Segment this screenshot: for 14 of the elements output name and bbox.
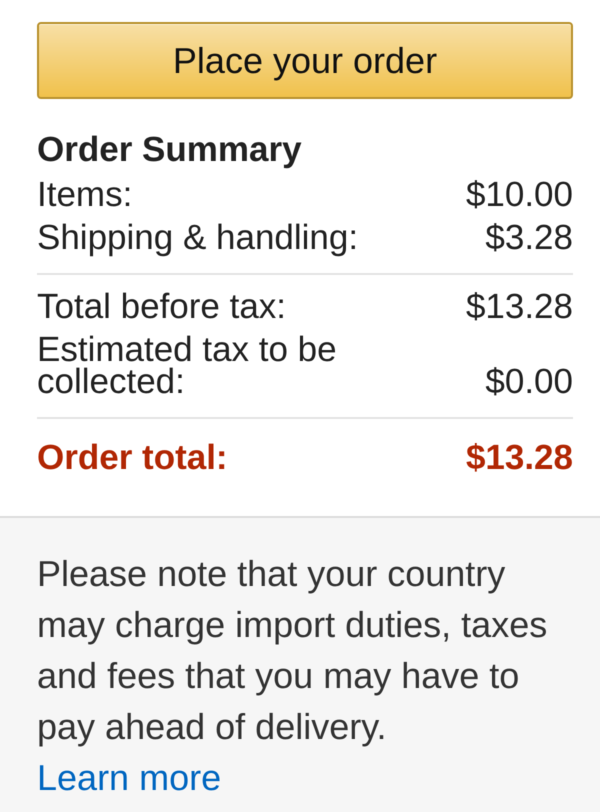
import-notice-text: Please note that your country may charge import duties, taxes and fees that you may have to pay ahead of delivery. Learn more bbox=[37, 552, 548, 800]
summary-amount: $0.00 bbox=[485, 366, 573, 398]
learn-more-link[interactable]: Learn more bbox=[37, 757, 222, 798]
summary-amount: $3.28 bbox=[485, 222, 573, 254]
order-total-amount: $13.28 bbox=[466, 442, 573, 474]
summary-amount: $10.00 bbox=[466, 179, 573, 211]
summary-label: Items: bbox=[37, 179, 132, 211]
summary-title: Order Summary bbox=[37, 130, 303, 170]
summary-label: Estimated tax to be collected: bbox=[37, 334, 338, 398]
place-order-button[interactable]: Place your order bbox=[37, 22, 573, 99]
summary-amount: $13.28 bbox=[466, 291, 573, 323]
summary-label: Shipping & handling: bbox=[37, 222, 358, 254]
summary-label: Total before tax: bbox=[37, 291, 286, 323]
order-total-label: Order total: bbox=[37, 442, 228, 474]
